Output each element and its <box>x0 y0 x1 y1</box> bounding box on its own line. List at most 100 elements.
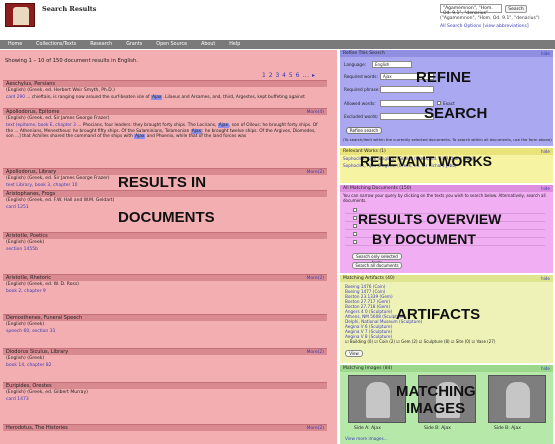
row-checkbox[interactable] <box>353 232 357 236</box>
site-logo[interactable] <box>5 3 35 27</box>
search-button[interactable]: Search <box>505 5 527 13</box>
result-more-link[interactable]: More(2) <box>306 426 324 431</box>
panel-title: Refine This Search <box>343 51 385 56</box>
result-ref[interactable]: book 2, chapter 9 <box>3 288 327 295</box>
relevant-works-panel: Relevant Works (1) hide Sophocles, Ajax (… <box>340 148 553 183</box>
result-title[interactable]: Euripides, Orestes <box>6 383 52 389</box>
overlay-line: REFINE <box>416 69 472 86</box>
allowed-words-label: Allowed words: <box>344 101 376 106</box>
search-all-button[interactable]: Search all documents <box>352 262 402 269</box>
result-meta[interactable]: (English) (Greek, ed. F.W. Hall and W.M.… <box>3 197 327 204</box>
result-title[interactable]: Apollodorus, Epitome <box>6 109 59 115</box>
result-entry: Herodotus, The Histories More(2) <box>3 424 327 431</box>
result-more-link[interactable]: More(2) <box>306 276 324 281</box>
result-title[interactable]: Aristotle, Rhetoric <box>6 275 51 281</box>
panel-header: Matching Images (84) hide <box>340 365 553 372</box>
overlay-line: RESULTS OVERVIEW <box>358 211 502 227</box>
refine-overlay-label: SEARCH <box>424 105 487 122</box>
result-meta[interactable]: (English) (Greek) <box>3 321 327 328</box>
nav-help[interactable]: Help <box>229 42 240 47</box>
refine-search-button[interactable]: Refine search <box>346 127 382 134</box>
result-header: Demosthenes, Funeral Speech <box>3 314 327 321</box>
image-caption: Side B: Ajax <box>424 426 451 431</box>
search-options-link[interactable]: All Search Options [view abbreviations] <box>440 24 529 29</box>
artifacts-overlay-label: ARTIFACTS <box>396 306 481 323</box>
refine-overlay-label: REFINE <box>416 69 471 86</box>
search-term-highlight: Ajax <box>217 123 230 128</box>
result-title[interactable]: Aristophanes, Frogs <box>6 191 55 197</box>
result-entry: Aeschylus, Persians (English) (Greek, ed… <box>3 80 327 102</box>
matching-images-panel: Matching Images (84) hide Side A: Ajax Si… <box>340 365 553 444</box>
result-ref[interactable]: text (epitome, book E, chapter 3 <box>6 123 76 128</box>
result-more-link[interactable]: More(4) <box>306 110 324 115</box>
result-entry: Aristotle, Rhetoric More(2) (English) (Gr… <box>3 274 327 295</box>
view-button[interactable]: View <box>345 350 363 357</box>
result-title[interactable]: Aristotle, Poetics <box>6 233 48 239</box>
result-title[interactable]: Demosthenes, Funeral Speech <box>6 315 82 321</box>
result-snippet-text: ... chieftain, is ranging now around the… <box>26 95 305 100</box>
search-term-highlight: Ajax <box>190 128 203 134</box>
result-entry: Diodorus Siculus, Library More(2) (Englis… <box>3 348 327 369</box>
nav-research[interactable]: Research <box>90 42 112 47</box>
result-header: Aeschylus, Persians <box>3 80 327 87</box>
image-caption: Side A: Ajax <box>354 426 381 431</box>
result-title[interactable]: Herodotus, The Histories <box>6 425 68 431</box>
row-checkbox[interactable] <box>353 208 357 212</box>
artifact-type-filters[interactable]: ☑ Building (0) ☑ Coin (2) ☑ Gem (2) ☑ Sc… <box>345 339 495 344</box>
results-panel: Showing 1 – 10 of 150 document results i… <box>0 50 337 444</box>
nav-grants[interactable]: Grants <box>126 42 142 47</box>
results-overview-panel: All Matching Documents (150) hide You can… <box>340 185 553 273</box>
panel-header: Matching Artifacts (40) hide <box>340 275 553 282</box>
result-ref[interactable]: speech 60, section 31 <box>3 328 327 335</box>
nav-collections[interactable]: Collections/Texts <box>36 42 76 47</box>
result-meta[interactable]: (English) (Greek) <box>3 355 327 362</box>
panel-title: All Matching Documents (150) <box>343 186 412 191</box>
page-title: Search Results <box>42 5 97 13</box>
required-words-label: Required words: <box>344 74 378 79</box>
result-ref[interactable]: card 1473 <box>3 396 327 403</box>
result-more-link[interactable]: More(2) <box>306 170 324 175</box>
pager[interactable]: 1 2 3 4 5 6 ... ▸ <box>262 72 316 79</box>
search-input[interactable]: "Agamemnon", "Hom. Od. 9.1", "denarius" <box>440 4 502 16</box>
excluded-words-label: Excluded words: <box>344 114 379 119</box>
search-selected-button[interactable]: Search only selected texts <box>352 253 402 265</box>
result-title[interactable]: Diodorus Siculus, Library <box>6 349 68 355</box>
image-thumbnail[interactable] <box>488 375 546 423</box>
result-header: Diodorus Siculus, Library More(2) <box>3 348 327 355</box>
nav-home[interactable]: Home <box>8 42 22 47</box>
image-caption: Side B: Ajax <box>494 426 521 431</box>
result-meta[interactable]: (English) (Greek) <box>3 239 327 246</box>
result-title[interactable]: Aeschylus, Persians <box>6 81 55 87</box>
result-ref[interactable]: card 290 <box>6 95 25 100</box>
hide-link[interactable]: hide <box>541 366 550 371</box>
overlay-line: SEARCH <box>424 105 488 122</box>
row-checkbox[interactable] <box>353 216 357 220</box>
result-meta[interactable]: (English) (Greek, ed. W. D. Ross) <box>3 281 327 288</box>
result-title[interactable]: Apollodorus, Library <box>6 169 56 175</box>
hide-link[interactable]: hide <box>541 186 550 191</box>
result-meta[interactable]: (English) (Greek, ed. Herbert Weir Smyth… <box>3 87 327 94</box>
results-overlay-label: RESULTS IN <box>118 174 206 191</box>
result-ref[interactable]: section 1455b <box>3 246 327 253</box>
result-meta[interactable]: (English) (Greek, ed. Gilbert Murray) <box>3 389 327 396</box>
page-header: Search Results "Agamemnon", "Hom. Od. 9.… <box>0 0 555 40</box>
panel-title: Matching Artifacts (40) <box>343 276 395 281</box>
result-more-link[interactable]: More(2) <box>306 350 324 355</box>
images-overlay-label: MATCHING <box>396 383 476 400</box>
nav-about[interactable]: About <box>201 42 215 47</box>
hide-link[interactable]: hide <box>541 276 550 281</box>
result-ref[interactable]: book 14, chapter 82 <box>3 362 327 369</box>
required-phrase-input[interactable] <box>380 86 434 93</box>
hide-link[interactable]: hide <box>541 51 550 56</box>
search-term-highlight: Ajax <box>134 134 146 139</box>
result-header: Herodotus, The Histories More(2) <box>3 424 327 431</box>
hide-link[interactable]: hide <box>541 149 550 154</box>
refine-search-panel: Refine This Search hide Language: English… <box>340 50 553 146</box>
result-meta[interactable]: (English) (Greek, ed. Sir James George F… <box>3 115 327 122</box>
nav-bar: Home Collections/Texts Research Grants O… <box>0 40 555 49</box>
language-select[interactable]: English <box>372 61 412 68</box>
row-checkbox[interactable] <box>353 240 357 244</box>
row-checkbox[interactable] <box>353 224 357 228</box>
more-images-link[interactable]: View more images... <box>345 436 388 441</box>
nav-open-source[interactable]: Open Source <box>156 42 187 47</box>
